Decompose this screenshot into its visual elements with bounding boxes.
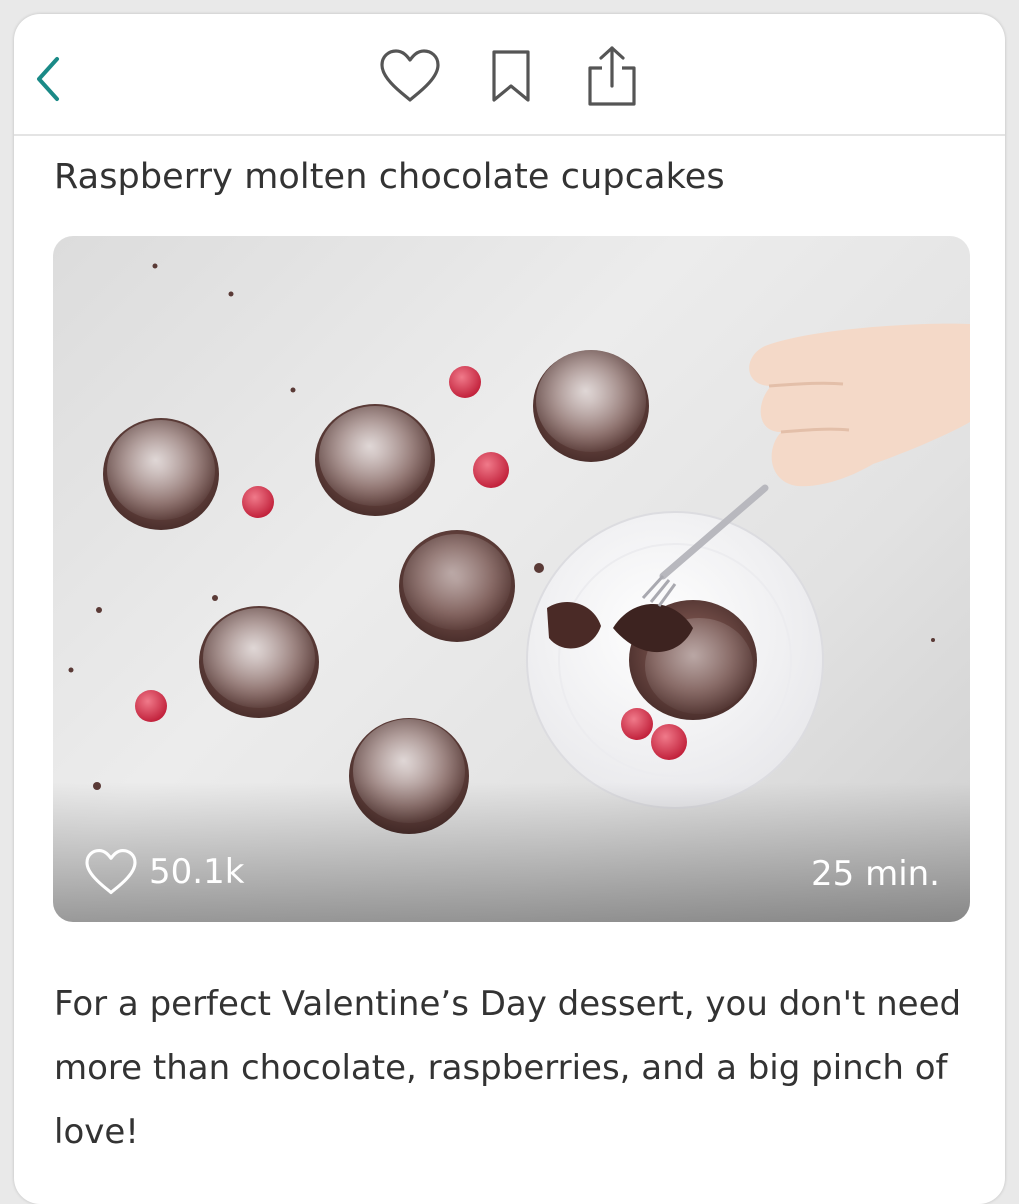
cupcake (199, 606, 319, 718)
bookmark-outline-icon (492, 50, 530, 102)
bookmark-button[interactable] (488, 44, 534, 108)
raspberry (621, 708, 653, 740)
cupcake (315, 404, 435, 516)
recipe-card: Raspberry molten chocolate cupcakes 50.1… (14, 14, 1005, 1204)
likes-counter[interactable]: 50.1k (83, 848, 244, 896)
cupcake (533, 350, 649, 462)
cupcake (103, 418, 219, 530)
plate (526, 511, 824, 809)
heart-outline-icon (85, 849, 137, 895)
recipe-title: Raspberry molten chocolate cupcakes (54, 157, 725, 197)
like-button[interactable] (376, 44, 444, 108)
raspberry (473, 452, 509, 488)
chevron-left-icon (37, 57, 59, 101)
cook-time: 25 min. (811, 854, 940, 894)
raspberry (135, 690, 167, 722)
recipe-description: For a perfect Valentine’s Day dessert, y… (54, 984, 962, 1152)
raspberry (449, 366, 481, 398)
back-button[interactable] (28, 52, 68, 106)
cupcake (399, 530, 515, 642)
hand (749, 323, 970, 487)
heart-outline-icon (380, 49, 440, 102)
likes-count: 50.1k (149, 852, 245, 892)
share-icon (588, 46, 636, 106)
raspberry (242, 486, 274, 518)
recipe-photo[interactable]: 50.1k 25 min. (53, 236, 970, 922)
raspberry (651, 724, 687, 760)
share-button[interactable] (582, 44, 642, 108)
toolbar (14, 14, 1005, 136)
